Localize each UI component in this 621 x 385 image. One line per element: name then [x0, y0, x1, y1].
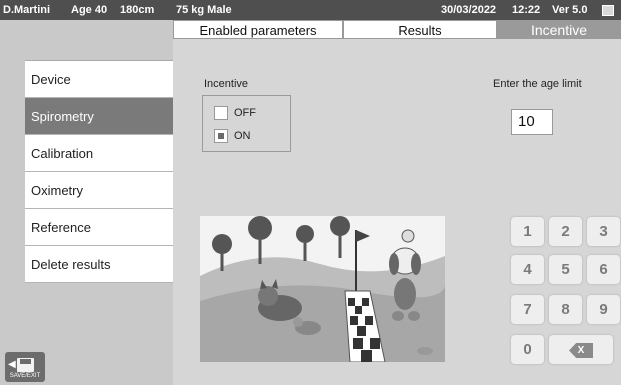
key-2[interactable]: 2 [549, 217, 582, 246]
backspace-icon: X [569, 343, 593, 358]
on-checkbox[interactable] [214, 129, 228, 143]
battery-icon [602, 5, 614, 16]
incentive-title: Incentive [204, 78, 249, 90]
age-limit-input[interactable]: 10 [511, 109, 553, 135]
key-5[interactable]: 5 [549, 255, 582, 284]
sidebar-item-calibration[interactable]: Calibration [25, 135, 173, 172]
sidebar-item-delete-results[interactable]: Delete results [25, 246, 173, 283]
tab-enabled-parameters[interactable]: Enabled parameters [173, 20, 343, 39]
off-checkbox[interactable] [214, 106, 228, 120]
key-6[interactable]: 6 [587, 255, 620, 284]
tab-results[interactable]: Results [343, 20, 497, 39]
tab-incentive[interactable]: Incentive [497, 20, 621, 39]
patient-height: 180cm [120, 4, 155, 16]
age-limit-label: Enter the age limit [493, 78, 582, 90]
key-1[interactable]: 1 [511, 217, 544, 246]
cartoon-race-image [200, 216, 445, 362]
status-date: 30/03/2022 [441, 4, 497, 16]
status-bar: D.Martini Age 40 180cm 75 kg Male 30/03/… [0, 0, 621, 20]
sidebar-item-oximetry[interactable]: Oximetry [25, 172, 173, 209]
key-4[interactable]: 4 [511, 255, 544, 284]
off-label: OFF [234, 107, 256, 119]
incentive-options-group: OFF ON [202, 95, 291, 152]
key-0[interactable]: 0 [511, 335, 544, 364]
tab-bar: Enabled parameters Results Incentive [173, 20, 621, 39]
key-8[interactable]: 8 [549, 295, 582, 324]
sidebar-item-spirometry[interactable]: Spirometry [25, 98, 173, 135]
patient-name: D.Martini [3, 4, 51, 16]
on-label: ON [234, 130, 251, 142]
patient-age: Age 40 [71, 4, 108, 16]
key-3[interactable]: 3 [587, 217, 620, 246]
floppy-disk-icon [17, 358, 34, 372]
version-label: Ver 5.0 [552, 4, 588, 16]
key-7[interactable]: 7 [511, 295, 544, 324]
save-exit-button[interactable]: ◀ SAVE/EXIT [5, 352, 45, 382]
key-9[interactable]: 9 [587, 295, 620, 324]
arrow-left-icon: ◀ [8, 359, 16, 370]
sidebar-item-reference[interactable]: Reference [25, 209, 173, 246]
backspace-key[interactable]: X [549, 335, 613, 364]
incentive-illustration [200, 216, 445, 362]
save-exit-label: SAVE/EXIT [9, 373, 41, 379]
patient-weight-sex: 75 kg Male [176, 4, 232, 16]
sidebar-item-device[interactable]: Device [25, 61, 173, 98]
status-time: 12:22 [512, 4, 541, 16]
sidebar-menu: Device Spirometry Calibration Oximetry R… [25, 60, 173, 283]
